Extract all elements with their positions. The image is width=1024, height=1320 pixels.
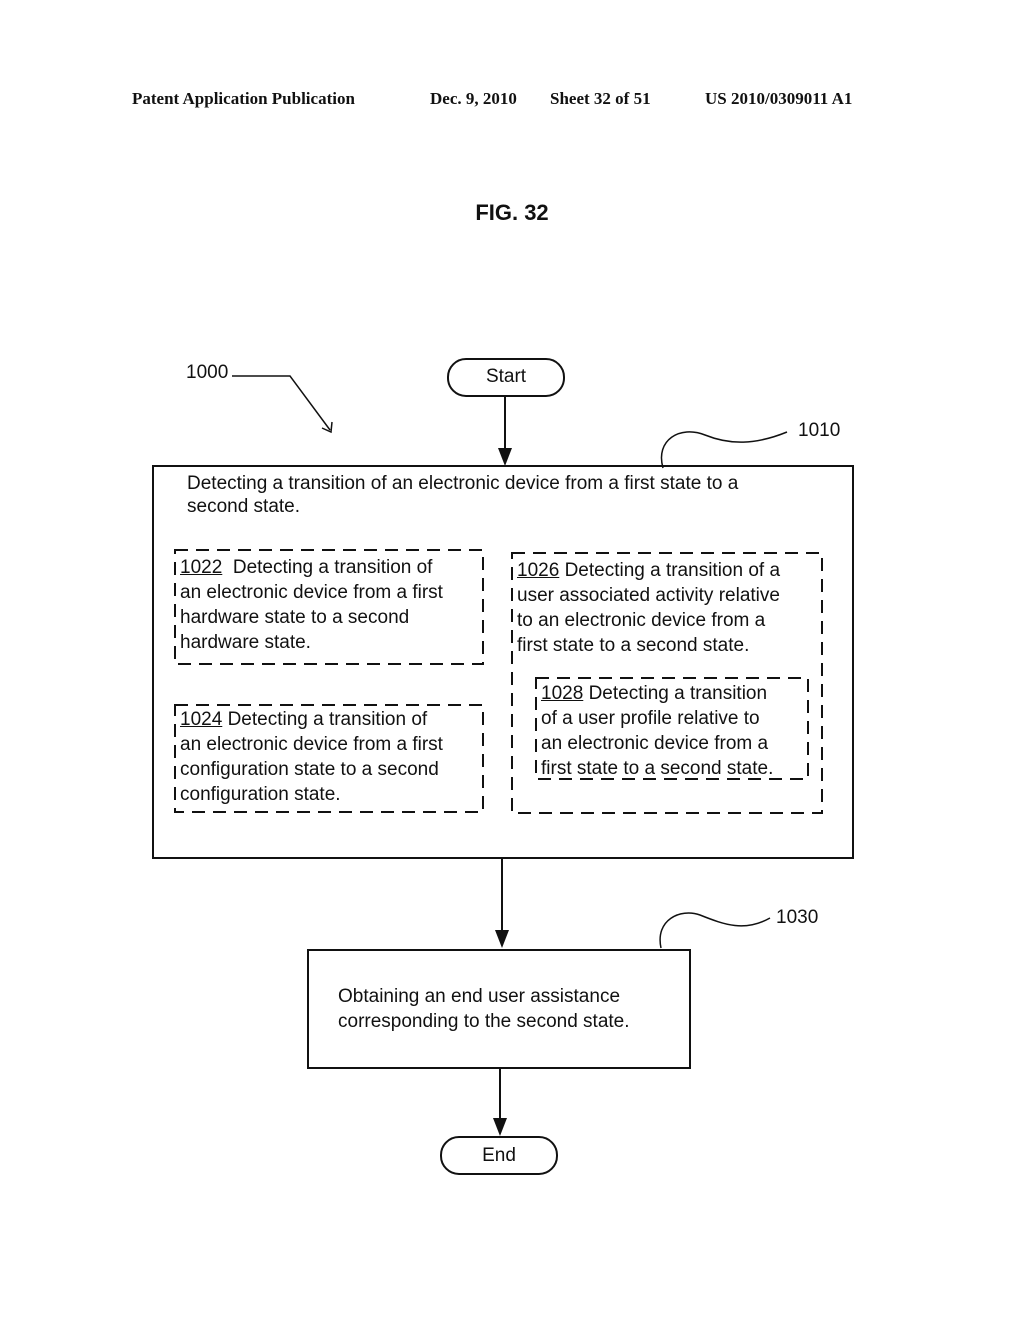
diagram-ref-1000: 1000 xyxy=(186,362,229,383)
arrowhead xyxy=(495,930,509,948)
step-1024-line-4: configuration state. xyxy=(180,784,341,805)
leader-1030 xyxy=(659,912,771,949)
leader-1010 xyxy=(660,431,788,469)
step-1028-line-2: of a user profile relative to xyxy=(541,708,760,729)
step-1028-line-1: 1028 Detecting a transition xyxy=(541,681,767,706)
start-label: Start xyxy=(485,366,527,387)
step-1026-line-1: 1026 Detecting a transition of a xyxy=(517,558,780,583)
step-1022-heading: Detecting a transition of xyxy=(232,557,433,578)
step-1024-ref: 1024 xyxy=(180,709,223,730)
ref-1030: 1030 xyxy=(776,907,819,928)
step-1024-line-3: configuration state to a second xyxy=(180,759,439,780)
step-1030-line-1: Obtaining an end user assistance xyxy=(338,986,621,1007)
step-1022-line-4: hardware state. xyxy=(180,632,311,653)
step-1024-line-2: an electronic device from a first xyxy=(180,734,443,755)
step-1024-heading: Detecting a transition of xyxy=(227,709,428,730)
end-label: End xyxy=(482,1145,516,1166)
step-1026-line-2: user associated activity relative xyxy=(517,585,780,606)
step-1022-line-2: an electronic device from a first xyxy=(180,582,443,603)
step-1022-line-3: hardware state to a second xyxy=(180,607,410,628)
step-1022-ref: 1022 xyxy=(180,557,223,578)
step-1026-line-3: to an electronic device from a xyxy=(517,610,766,631)
step-1028-ref: 1028 xyxy=(541,683,584,704)
arrowhead xyxy=(498,448,512,466)
step-1026-ref: 1026 xyxy=(517,560,560,581)
step-1028-line-4: first state to a second state. xyxy=(541,758,774,779)
step-1024-line-1: 1024 Detecting a transition of xyxy=(180,707,427,732)
ref-1010: 1010 xyxy=(798,420,841,441)
arrowhead xyxy=(493,1118,507,1136)
step-1028-heading: Detecting a transition xyxy=(588,683,768,704)
leader-1000 xyxy=(232,375,331,431)
step-1026-heading: Detecting a transition of a xyxy=(564,560,781,581)
step-1028-line-3: an electronic device from a xyxy=(541,733,769,754)
step-1030-line-2: corresponding to the second state. xyxy=(338,1011,630,1032)
step-1026-line-4: first state to a second state. xyxy=(517,635,750,656)
step-1010-line-1: Detecting a transition of an electronic … xyxy=(187,473,739,494)
flowchart-shapes xyxy=(152,358,854,1175)
step-1010-line-2: second state. xyxy=(187,496,301,517)
step-1022-line-1: 1022 Detecting a transition of xyxy=(180,555,432,580)
